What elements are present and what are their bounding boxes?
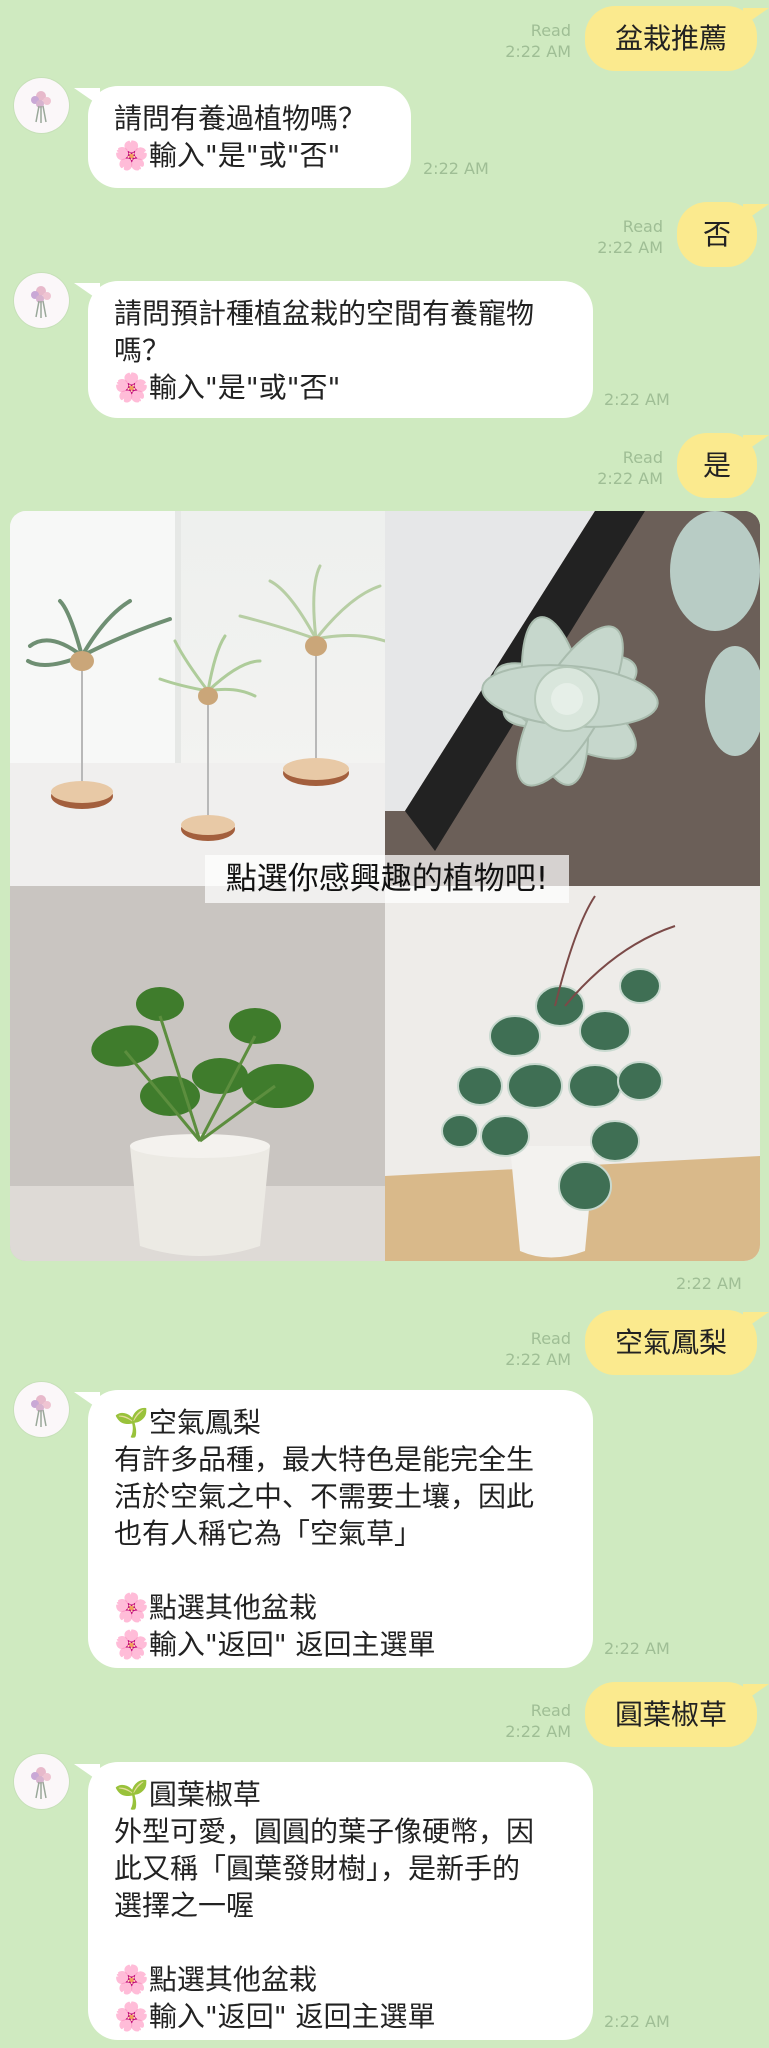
outgoing-message-bubble[interactable]: 盆栽推薦 bbox=[585, 6, 769, 71]
air-plant-option[interactable] bbox=[10, 511, 385, 886]
timestamp: 2:22 AM bbox=[676, 1274, 742, 1293]
watermelon-peperomia-image bbox=[385, 886, 760, 1261]
bot-avatar[interactable] bbox=[14, 1754, 69, 1809]
message-line: 🌸輸入"是"或"否" bbox=[114, 371, 341, 404]
peperomia-option[interactable] bbox=[10, 886, 385, 1261]
bot-avatar[interactable] bbox=[14, 1382, 69, 1437]
message-line: 🌸輸入"返回" 返回主選單 bbox=[114, 1628, 436, 1661]
read-label: Read bbox=[622, 217, 663, 236]
message-line: 選擇之一喔 bbox=[114, 1889, 255, 1922]
message-line: 有許多品種，最大特色是能完全生 bbox=[114, 1443, 535, 1476]
message-line: 外型可愛，圓圓的葉子像硬幣，因 bbox=[114, 1815, 535, 1848]
read-label: Read bbox=[530, 21, 571, 40]
flower-bouquet-avatar-icon bbox=[31, 286, 51, 318]
plant-imagemap[interactable]: 點選你感興趣的植物吧! bbox=[10, 511, 760, 1261]
read-receipt: Read 2:22 AM bbox=[597, 216, 663, 258]
message-text: 圓葉椒草 bbox=[614, 1698, 727, 1731]
message-text: 否 bbox=[702, 218, 731, 251]
message-line: 嗎？ bbox=[114, 334, 171, 367]
timestamp: 2:22 AM bbox=[604, 1639, 670, 1658]
message-line bbox=[114, 1552, 567, 1589]
incoming-message-bubble[interactable]: 請問預計種植盆栽的空間有養寵物 嗎？ 🌸輸入"是"或"否" bbox=[74, 281, 593, 418]
read-receipt: Read 2:22 AM bbox=[597, 447, 663, 489]
message-line: 🌱圓葉椒草 bbox=[114, 1778, 261, 1811]
outgoing-message-bubble[interactable]: 圓葉椒草 bbox=[585, 1682, 769, 1747]
timestamp: 2:22 AM bbox=[604, 2012, 670, 2031]
bot-avatar[interactable] bbox=[14, 78, 69, 133]
message-line: 此又稱「圓葉發財樹」，是新手的 bbox=[114, 1852, 521, 1885]
message-line: 🌸輸入"返回" 返回主選單 bbox=[114, 2000, 436, 2033]
message-line: 🌸輸入"是"或"否" bbox=[114, 139, 341, 172]
message-line: 🌸點選其他盆栽 bbox=[114, 1963, 317, 1996]
read-label: Read bbox=[530, 1701, 571, 1720]
flower-bouquet-avatar-icon bbox=[31, 1767, 51, 1799]
message-text: 盆栽推薦 bbox=[614, 22, 727, 55]
incoming-message-bubble[interactable]: 🌱空氣鳳梨 有許多品種，最大特色是能完全生 活於空氣之中、不需要土壤，因此 也有… bbox=[74, 1390, 593, 1668]
timestamp: 2:22 AM bbox=[597, 469, 663, 488]
read-receipt: Read 2:22 AM bbox=[505, 1328, 571, 1370]
message-text: 是 bbox=[702, 449, 731, 482]
timestamp: 2:22 AM bbox=[604, 390, 670, 409]
succulent-image bbox=[385, 511, 760, 886]
incoming-message-bubble[interactable]: 🌱圓葉椒草 外型可愛，圓圓的葉子像硬幣，因 此又稱「圓葉發財樹」，是新手的 選擇… bbox=[74, 1762, 593, 2040]
message-text: 空氣鳳梨 bbox=[614, 1326, 727, 1359]
read-receipt: Read 2:22 AM bbox=[505, 1700, 571, 1742]
message-line: 請問預計種植盆栽的空間有養寵物 bbox=[114, 297, 535, 330]
timestamp: 2:22 AM bbox=[505, 1722, 571, 1741]
message-line: 🌸點選其他盆栽 bbox=[114, 1591, 317, 1624]
message-line: 也有人稱它為「空氣草」 bbox=[114, 1517, 423, 1550]
bot-avatar[interactable] bbox=[14, 273, 69, 328]
message-line: 🌱空氣鳳梨 bbox=[114, 1406, 261, 1439]
outgoing-message-bubble[interactable]: 空氣鳳梨 bbox=[585, 1310, 769, 1375]
succulent-option[interactable] bbox=[385, 511, 760, 886]
read-label: Read bbox=[622, 448, 663, 467]
message-line bbox=[114, 1924, 567, 1961]
outgoing-message-bubble[interactable]: 是 bbox=[677, 433, 769, 498]
imagemap-overlay-caption: 點選你感興趣的植物吧! bbox=[205, 855, 569, 903]
air-plant-image bbox=[10, 511, 385, 886]
timestamp: 2:22 AM bbox=[597, 238, 663, 257]
timestamp: 2:22 AM bbox=[423, 159, 489, 178]
timestamp: 2:22 AM bbox=[505, 1350, 571, 1369]
read-label: Read bbox=[530, 1329, 571, 1348]
flower-bouquet-avatar-icon bbox=[31, 1395, 51, 1427]
peperomia-image bbox=[10, 886, 385, 1261]
message-line: 活於空氣之中、不需要土壤，因此 bbox=[114, 1480, 535, 1513]
incoming-message-bubble[interactable]: 請問有養過植物嗎？ 🌸輸入"是"或"否" bbox=[74, 86, 411, 188]
timestamp: 2:22 AM bbox=[505, 42, 571, 61]
watermelon-peperomia-option[interactable] bbox=[385, 886, 760, 1261]
outgoing-message-bubble[interactable]: 否 bbox=[677, 202, 769, 267]
message-line: 請問有養過植物嗎？ bbox=[114, 102, 367, 135]
read-receipt: Read 2:22 AM bbox=[505, 20, 571, 62]
flower-bouquet-avatar-icon bbox=[31, 91, 51, 123]
